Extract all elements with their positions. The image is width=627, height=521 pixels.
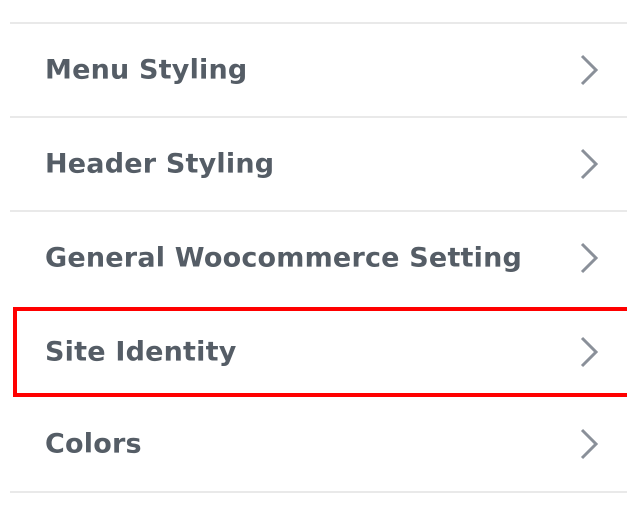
menu-item-label: Colors bbox=[45, 428, 142, 460]
menu-item-general-woocommerce-setting[interactable]: General Woocommerce Setting bbox=[0, 212, 627, 304]
chevron-right-icon bbox=[580, 242, 599, 274]
highlight-box bbox=[13, 307, 627, 397]
menu-item-menu-styling[interactable]: Menu Styling bbox=[0, 24, 627, 116]
menu-item-label: Menu Styling bbox=[45, 54, 248, 86]
menu-item-label: Header Styling bbox=[45, 148, 275, 180]
menu-item-header-styling[interactable]: Header Styling bbox=[0, 118, 627, 210]
customizer-section-list: Menu Styling Header Styling General Wooc… bbox=[0, 0, 627, 521]
divider bbox=[10, 491, 627, 493]
menu-item-label: General Woocommerce Setting bbox=[45, 242, 523, 274]
menu-item-colors[interactable]: Colors bbox=[0, 398, 627, 490]
chevron-right-icon bbox=[580, 148, 599, 180]
chevron-right-icon bbox=[580, 428, 599, 460]
chevron-right-icon bbox=[580, 54, 599, 86]
